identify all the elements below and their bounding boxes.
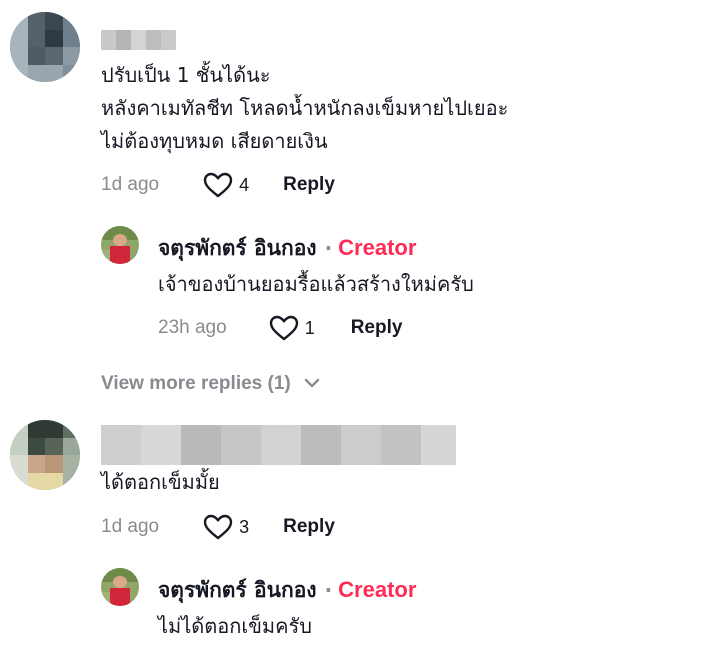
heart-outline-icon <box>269 315 299 341</box>
reply-author-line: จตุรพักตร์ อินกอง · Creator <box>158 575 416 605</box>
username-blurred[interactable] <box>101 30 176 50</box>
like-count: 3 <box>239 516 250 537</box>
comment-text-line: ไม่ต้องทุบหมด เสียดายเงิน <box>101 129 328 153</box>
reply-text: เจ้าของบ้านยอมรื้อแล้วสร้างใหม่ครับ <box>158 272 474 296</box>
reply-author-line: จตุรพักตร์ อินกอง · Creator <box>158 233 416 263</box>
creator-badge: Creator <box>338 235 417 260</box>
reply-text: ไม่ได้ตอกเข็มครับ <box>158 614 312 638</box>
comment-text-line: หลังคาเมทัลชีท โหลดน้ำหนักลงเข็มหายไปเยอ… <box>101 96 509 120</box>
chevron-down-icon <box>303 373 321 395</box>
like-button[interactable]: 4 <box>203 172 249 198</box>
reply-meta: 23h ago 1 Reply <box>158 315 402 341</box>
heart-outline-icon <box>203 514 233 540</box>
separator-dot: · <box>324 236 333 260</box>
username-blurred[interactable] <box>101 425 456 465</box>
heart-outline-icon <box>203 172 233 198</box>
comment-time: 1d ago <box>101 516 160 537</box>
reply-button[interactable]: Reply <box>283 516 335 538</box>
view-more-replies[interactable]: View more replies (1) <box>101 371 321 397</box>
like-count: 1 <box>304 317 315 338</box>
creator-badge: Creator <box>338 577 417 602</box>
creator-avatar[interactable] <box>101 226 139 264</box>
like-count: 4 <box>239 174 250 195</box>
like-button[interactable]: 1 <box>269 315 315 341</box>
reply-button[interactable]: Reply <box>351 317 403 339</box>
avatar[interactable] <box>10 420 80 490</box>
reply-author-name[interactable]: จตุรพักตร์ อินกอง <box>158 232 317 265</box>
avatar[interactable] <box>10 12 80 82</box>
reply-time: 23h ago <box>158 317 227 338</box>
comment-meta: 1d ago 3 Reply <box>101 514 335 540</box>
comment-meta: 1d ago 4 Reply <box>101 172 335 198</box>
reply-button[interactable]: Reply <box>283 174 335 196</box>
separator-dot: · <box>324 578 333 602</box>
view-more-label: View more replies (1) <box>101 373 291 394</box>
like-button[interactable]: 3 <box>203 514 249 540</box>
creator-avatar[interactable] <box>101 568 139 606</box>
comment-time: 1d ago <box>101 174 160 195</box>
comment-text-line: ได้ตอกเข็มมั้ย <box>101 470 220 494</box>
comment-text-line: ปรับเป็น 1 ชั้นได้นะ <box>101 63 271 87</box>
reply-author-name[interactable]: จตุรพักตร์ อินกอง <box>158 574 317 607</box>
